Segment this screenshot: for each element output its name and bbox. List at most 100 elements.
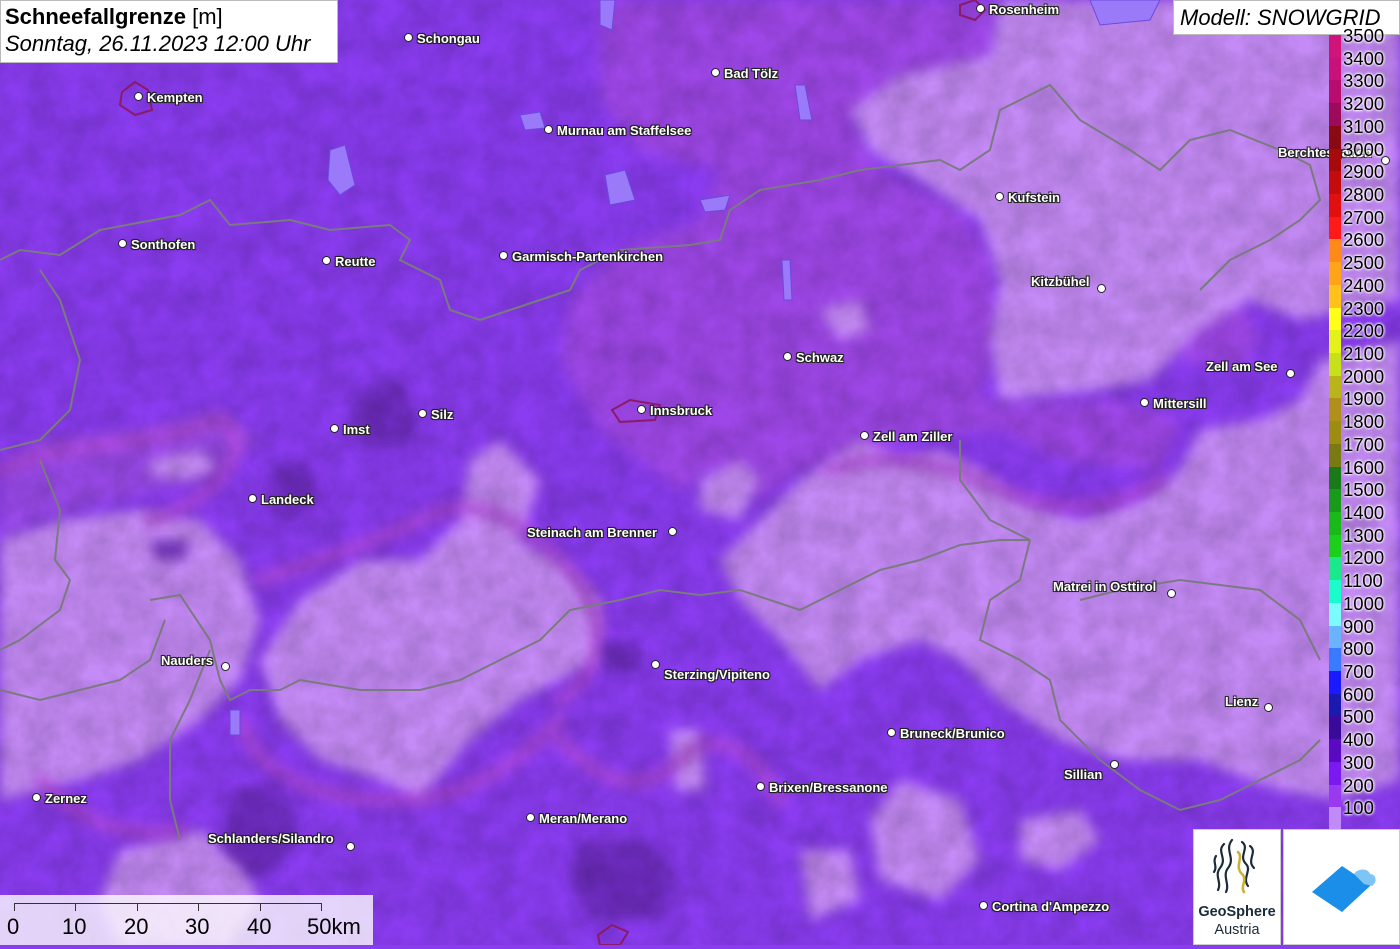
city-dot: [221, 662, 230, 671]
forecast-datetime: Sonntag, 26.11.2023 12:00 Uhr: [5, 31, 311, 56]
legend-item: 2600: [1328, 227, 1400, 263]
city-label-garmisch[interactable]: Garmisch-Partenkirchen: [512, 250, 663, 264]
city-label-imst[interactable]: Imst: [343, 423, 370, 437]
legend-item: 1000: [1328, 591, 1400, 626]
city-dot: [346, 842, 355, 851]
legend-item: 400: [1328, 727, 1400, 762]
legend-item: 3000: [1328, 137, 1400, 172]
legend-label: 1900: [1343, 388, 1385, 410]
legend-item: 900: [1328, 614, 1400, 649]
city-label-zell-am-see[interactable]: Zell am See: [1206, 360, 1278, 374]
legend-label: 3100: [1343, 115, 1385, 137]
legend-label: 2600: [1343, 229, 1385, 251]
city-label-lienz[interactable]: Lienz: [1225, 695, 1258, 709]
city-label-zell-am-ziller[interactable]: Zell am Ziller: [873, 430, 952, 444]
legend-label: 2900: [1343, 161, 1385, 183]
city-dot: [711, 68, 720, 77]
city-dot: [637, 405, 646, 414]
legend-item: 1600: [1328, 455, 1400, 490]
city-label-schwaz[interactable]: Schwaz: [796, 351, 844, 365]
legend-label: 2200: [1343, 320, 1385, 342]
legend-item: 600: [1328, 682, 1400, 717]
legend-label: 500: [1343, 706, 1374, 728]
city-dot: [976, 4, 985, 13]
city-label-sillian[interactable]: Sillian: [1064, 768, 1102, 782]
legend-item: 2300: [1328, 296, 1400, 331]
scale-tick: [137, 903, 138, 911]
city-dot: [1110, 760, 1119, 769]
legend-label: 1600: [1343, 456, 1385, 478]
legend-label: 400: [1343, 729, 1374, 751]
city-label-sonthofen[interactable]: Sonthofen: [131, 238, 195, 252]
city-label-steinach[interactable]: Steinach am Brenner: [527, 526, 657, 540]
city-label-kempten[interactable]: Kempten: [147, 91, 203, 105]
snowfall-map[interactable]: [0, 0, 1400, 945]
legend-label: 200: [1343, 774, 1374, 796]
legend-label: 600: [1343, 683, 1374, 705]
snowgrid-logo[interactable]: [1283, 829, 1400, 945]
city-label-zernez[interactable]: Zernez: [45, 792, 87, 806]
legend-item: 2500: [1328, 250, 1400, 285]
city-label-matrei[interactable]: Matrei in Osttirol: [1053, 580, 1156, 594]
legend-label: 1800: [1343, 411, 1385, 433]
legend-item: 500: [1328, 704, 1400, 740]
scale-label: 0: [7, 914, 20, 939]
legend-item: 2400: [1328, 273, 1400, 308]
legend-label: 900: [1343, 615, 1374, 637]
city-label-kitzbuehel[interactable]: Kitzbühel: [1031, 275, 1090, 289]
city-label-cortina[interactable]: Cortina d'Ampezzo: [992, 900, 1109, 914]
city-dot: [330, 424, 339, 433]
city-label-landeck[interactable]: Landeck: [261, 493, 314, 507]
legend-item: 2800: [1328, 182, 1400, 217]
city-label-reutte[interactable]: Reutte: [335, 255, 375, 269]
scale-label: 50km: [307, 914, 361, 939]
legend-item: 2200: [1328, 318, 1400, 353]
legend-item: 2000: [1328, 364, 1400, 399]
city-label-meran[interactable]: Meran/Merano: [539, 812, 627, 826]
scale-bar: 0 10 20 30 40 50km: [0, 895, 373, 945]
city-label-bad-toelz[interactable]: Bad Tölz: [724, 67, 778, 81]
legend-label: 3300: [1343, 70, 1385, 92]
city-dot: [995, 192, 1004, 201]
city-label-silz[interactable]: Silz: [431, 408, 453, 422]
city-dot: [322, 256, 331, 265]
geosphere-sub: Austria: [1214, 922, 1260, 938]
city-label-kufstein[interactable]: Kufstein: [1008, 191, 1060, 205]
legend-item: 2700: [1328, 205, 1400, 240]
legend-item: 3200: [1328, 91, 1400, 126]
legend-item: 800: [1328, 636, 1400, 671]
city-label-mittersill[interactable]: Mittersill: [1153, 397, 1206, 411]
city-label-schongau[interactable]: Schongau: [417, 32, 480, 46]
legend-label: 3400: [1343, 47, 1385, 69]
snow-cloud-icon: [1312, 866, 1376, 912]
city-label-murnau[interactable]: Murnau am Staffelsee: [557, 124, 691, 138]
legend-swatch: [1329, 807, 1341, 830]
city-dot: [1286, 369, 1295, 378]
geosphere-logo[interactable]: GeoSphere Austria: [1193, 829, 1281, 945]
city-dot: [526, 813, 535, 822]
legend-item: 3400: [1328, 46, 1400, 81]
legend-item: 1500: [1328, 477, 1400, 512]
city-dot: [756, 782, 765, 791]
legend-item: 1100: [1328, 568, 1400, 603]
city-label-innsbruck[interactable]: Innsbruck: [650, 404, 712, 418]
legend-item: 1800: [1328, 409, 1400, 444]
city-dot: [1264, 703, 1273, 712]
city-label-bruneck[interactable]: Bruneck/Brunico: [900, 727, 1005, 741]
city-label-nauders[interactable]: Nauders: [161, 654, 213, 668]
city-dot: [418, 409, 427, 418]
city-label-rosenheim[interactable]: Rosenheim: [989, 3, 1059, 17]
city-dot: [404, 33, 413, 42]
scale-label: 30: [185, 914, 210, 939]
legend-item: 2900: [1328, 159, 1400, 194]
terrain-shading: [0, 0, 1400, 945]
legend-label: 1100: [1343, 570, 1383, 592]
map-title-box: Schneefallgrenze [m] Sonntag, 26.11.2023…: [0, 0, 338, 63]
scale-tick: [14, 903, 15, 911]
scale-label: 40: [247, 914, 272, 939]
city-label-sterzing[interactable]: Sterzing/Vipiteno: [664, 668, 770, 682]
city-label-schlanders[interactable]: Schlanders/Silandro: [208, 832, 334, 846]
scale-label: 10: [62, 914, 87, 939]
city-label-brixen[interactable]: Brixen/Bressanone: [769, 781, 888, 795]
legend-label: 1300: [1343, 524, 1385, 546]
